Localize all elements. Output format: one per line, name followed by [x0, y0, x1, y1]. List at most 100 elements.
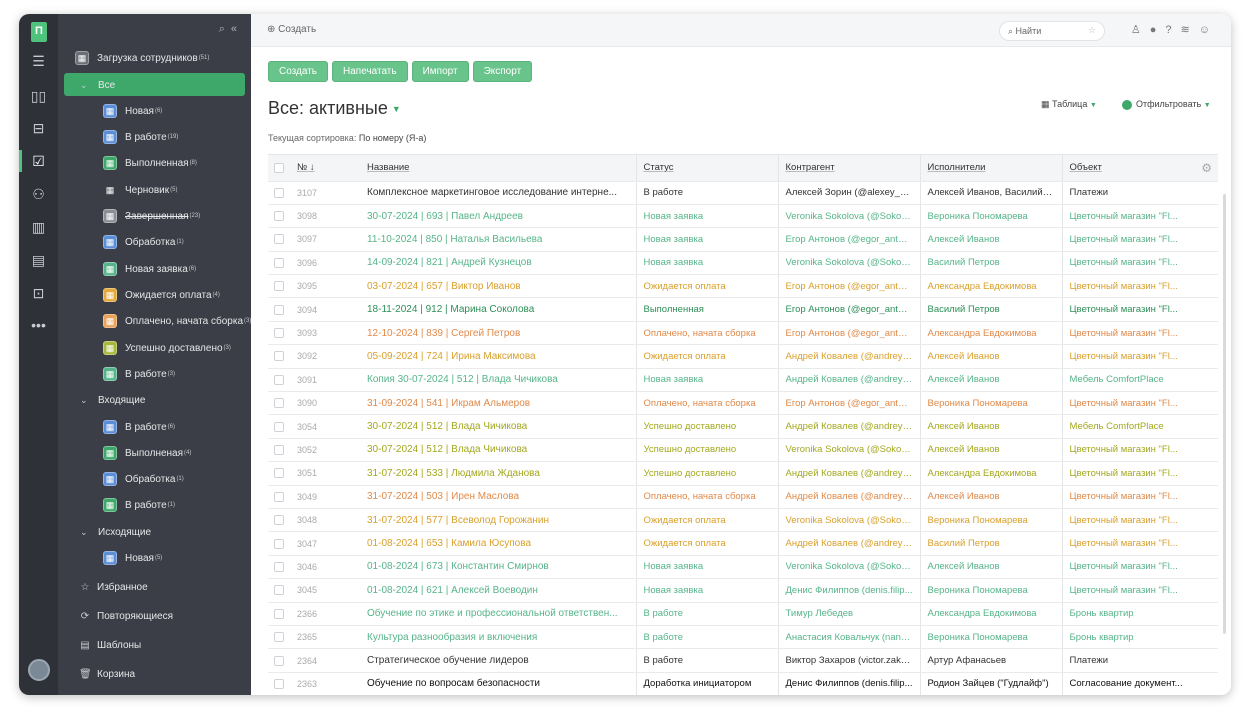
sidebar-item[interactable]: ▦ Обработка (1) — [103, 468, 184, 490]
row-checkbox-cell[interactable] — [268, 321, 290, 346]
menu-icon[interactable]: ☰ — [19, 50, 58, 72]
row-name[interactable]: 30-07-2024 | 693 | Павел Андреев — [360, 204, 636, 229]
filter-selector[interactable]: Отфильтровать ▼ — [1122, 99, 1211, 110]
row-name[interactable]: 14-09-2024 | 821 | Андрей Кузнецов — [360, 251, 636, 276]
select-all-checkbox[interactable] — [274, 162, 284, 173]
row-name[interactable]: 31-09-2024 | 541 | Икрам Альмеров — [360, 391, 636, 416]
row-checkbox[interactable] — [274, 374, 284, 385]
sidebar-item[interactable]: ▦ Успешно доставлено (3) — [103, 337, 231, 359]
sidebar-item[interactable]: ▦ В работе (3) — [103, 363, 175, 385]
table-row[interactable]: 3092 05-09-2024 | 724 | Ирина Максимова Ож… — [268, 344, 1218, 369]
row-checkbox-cell[interactable] — [268, 672, 290, 695]
sidebar-item[interactable]: ▦ В работе (6) — [103, 416, 175, 438]
sidebar-item[interactable]: ⌄ Входящие — [80, 389, 145, 411]
sidebar-item[interactable]: ▦ Выполненая (4) — [103, 442, 191, 464]
sidebar-item[interactable]: ▦ Ожидается оплата (4) — [103, 284, 220, 306]
row-name[interactable]: 31-07-2024 | 503 | Ирен Маслова — [360, 485, 636, 509]
row-checkbox[interactable] — [274, 234, 284, 245]
table-row[interactable]: 3107 Комплексное маркетинговое исследован… — [268, 181, 1218, 205]
table-row[interactable]: 3054 30-07-2024 | 512 | Влада Чичикова Усп… — [268, 414, 1218, 439]
row-checkbox-cell[interactable] — [268, 344, 290, 369]
row-checkbox-cell[interactable] — [268, 602, 290, 626]
row-name[interactable]: 30-07-2024 | 512 | Влада Чичикова — [360, 438, 636, 463]
row-checkbox[interactable] — [274, 187, 284, 198]
row-checkbox-cell[interactable] — [268, 438, 290, 463]
row-name[interactable]: 11-10-2024 | 850 | Наталья Васильева — [360, 227, 636, 252]
create-link[interactable]: ⊕ Создать — [267, 24, 316, 35]
row-checkbox-cell[interactable] — [268, 227, 290, 252]
sidebar-item[interactable]: ▦ Обработка (1) — [103, 231, 184, 253]
row-checkbox[interactable] — [274, 678, 284, 689]
row-name[interactable]: Копия 30-07-2024 | 512 | Влада Чичикова — [360, 368, 636, 393]
row-checkbox[interactable] — [274, 491, 284, 502]
row-name[interactable]: 30-07-2024 | 512 | Влада Чичикова — [360, 414, 636, 439]
row-name[interactable]: 31-07-2024 | 577 | Всеволод Горожанин — [360, 508, 636, 533]
import-button[interactable]: Импорт — [411, 61, 469, 82]
row-name[interactable]: Обучение по этике и профессиональной отв… — [360, 602, 636, 626]
row-checkbox-cell[interactable] — [268, 578, 290, 603]
sidebar-item[interactable]: ▦ В работе (19) — [103, 126, 178, 148]
row-checkbox[interactable] — [274, 608, 284, 619]
table-row[interactable]: 3098 30-07-2024 | 693 | Павел Андреев Нова… — [268, 204, 1218, 229]
sidebar-bottom-link[interactable]: ⟳ Повторяющиеся — [79, 606, 173, 626]
row-checkbox-cell[interactable] — [268, 368, 290, 393]
sidebar-item[interactable]: ▦ Оплачено, начата сборка (3) — [103, 310, 251, 332]
more-icon[interactable]: ••• — [19, 314, 58, 336]
row-checkbox[interactable] — [274, 444, 284, 455]
row-checkbox[interactable] — [274, 538, 284, 549]
row-checkbox[interactable] — [274, 211, 284, 222]
table-row[interactable]: 3091 Копия 30-07-2024 | 512 | Влада Чичик… — [268, 368, 1218, 393]
sidebar-item[interactable]: ▦ Новая (5) — [103, 547, 162, 569]
row-checkbox[interactable] — [274, 328, 284, 339]
table-row[interactable]: 3048 31-07-2024 | 577 | Всеволод Горожани… — [268, 508, 1218, 533]
table-row[interactable]: 3094 18-11-2024 | 912 | Марина Соколова Вы… — [268, 297, 1218, 322]
row-checkbox[interactable] — [274, 585, 284, 596]
row-checkbox-cell[interactable] — [268, 461, 290, 486]
row-name[interactable]: Стратегическое обучение лидеров — [360, 648, 636, 673]
create-button[interactable]: Создать — [268, 61, 329, 82]
row-checkbox-cell[interactable] — [268, 274, 290, 299]
table-row[interactable]: 3051 31-07-2024 | 533 | Людмила Жданова Ус… — [268, 461, 1218, 486]
row-checkbox[interactable] — [274, 655, 284, 666]
analytics-icon[interactable]: ▥ — [19, 216, 58, 238]
row-name[interactable]: 01-08-2024 | 653 | Камила Юсупова — [360, 531, 636, 556]
sidebar-item[interactable]: ▦ Черновик (5) — [103, 179, 178, 201]
gear-icon[interactable]: ⚙ — [1201, 161, 1212, 175]
board-icon[interactable]: ▯▯ — [19, 85, 58, 107]
row-checkbox[interactable] — [274, 515, 284, 526]
row-checkbox[interactable] — [274, 398, 284, 409]
col-contractor-header[interactable]: Контрагент — [777, 155, 920, 182]
people-icon[interactable]: ⚇ — [19, 183, 58, 205]
row-name[interactable]: Обучение по вопросам безопасности — [360, 672, 636, 695]
row-checkbox-cell[interactable] — [268, 391, 290, 416]
sidebar-item[interactable]: ▦ Новая (6) — [103, 100, 162, 122]
row-checkbox-cell[interactable] — [268, 251, 290, 276]
table-row[interactable]: 3049 31-07-2024 | 503 | Ирен Маслова Оплач… — [268, 485, 1218, 509]
docs-icon[interactable]: ▤ — [19, 249, 58, 271]
col-object-header[interactable]: Объект ⚙ — [1061, 155, 1218, 182]
col-num-header[interactable]: № ↓ — [290, 155, 360, 182]
row-checkbox-cell[interactable] — [268, 485, 290, 509]
info-icon[interactable]: ● — [1150, 24, 1166, 36]
chevron-down-icon[interactable]: ⌄ — [80, 80, 90, 91]
tasks-icon[interactable]: ☑ — [19, 150, 58, 172]
star-icon[interactable]: ☆ — [1088, 25, 1096, 36]
row-checkbox[interactable] — [274, 468, 284, 479]
row-checkbox[interactable] — [274, 421, 284, 432]
table-row[interactable]: 3095 03-07-2024 | 657 | Виктор Иванов Ожид… — [268, 274, 1218, 299]
sidebar-item[interactable]: ▦ Новая заявка (6) — [103, 258, 196, 280]
search-icon[interactable]: ⌕ — [219, 23, 231, 35]
table-row[interactable]: 2365 Культура разнообразия и включения В р… — [268, 625, 1218, 650]
row-checkbox[interactable] — [274, 281, 284, 292]
scrollbar[interactable] — [1223, 194, 1226, 634]
row-checkbox[interactable] — [274, 304, 284, 315]
col-status-header[interactable]: Статус — [635, 155, 778, 182]
sidebar-header[interactable]: ▦ Загрузка сотрудников (51) — [75, 47, 209, 69]
profile-icon[interactable]: ☺ — [1199, 24, 1219, 36]
collapse-icon[interactable]: « — [231, 23, 243, 35]
row-checkbox-cell[interactable] — [268, 181, 290, 205]
row-checkbox-cell[interactable] — [268, 297, 290, 322]
table-row[interactable]: 3047 01-08-2024 | 653 | Камила Юсупова Ожи… — [268, 531, 1218, 556]
row-name[interactable]: 01-08-2024 | 621 | Алексей Воеводин — [360, 578, 636, 603]
print-button[interactable]: Напечатать — [332, 61, 408, 82]
